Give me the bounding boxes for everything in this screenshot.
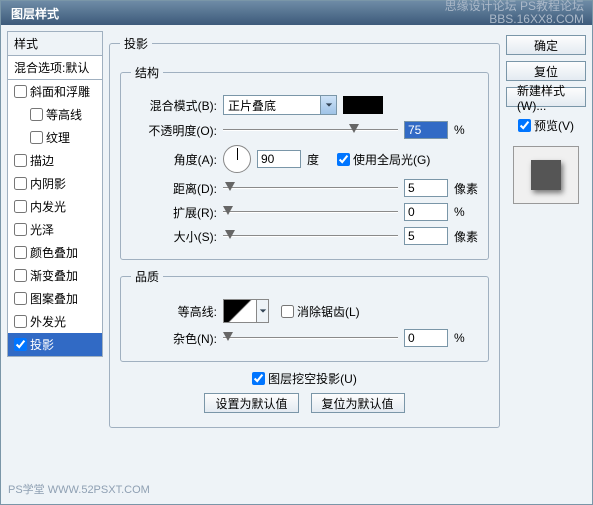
contour-swatch[interactable] [223,299,257,323]
distance-field[interactable]: 5 [404,179,448,197]
styles-item[interactable]: 颜色叠加 [8,241,102,264]
contour-chevron-down-icon[interactable] [257,299,269,323]
styles-item-checkbox[interactable] [14,154,27,167]
styles-item[interactable]: 内阴影 [8,172,102,195]
styles-item-checkbox[interactable] [14,177,27,190]
blend-mode-label: 混合模式(B): [131,97,217,114]
styles-item-label: 等高线 [46,106,82,123]
styles-item-label: 外发光 [30,313,66,330]
knockout-checkbox[interactable]: 图层挖空投影(U) [252,370,357,387]
size-field[interactable]: 5 [404,227,448,245]
styles-item-checkbox[interactable] [14,200,27,213]
styles-item-checkbox[interactable] [14,292,27,305]
preview-thumbnail [513,146,579,204]
styles-item[interactable]: 外发光 [8,310,102,333]
size-label: 大小(S): [131,228,217,245]
blend-mode-combo[interactable] [223,95,337,115]
opacity-label: 不透明度(O): [131,122,217,139]
angle-label: 角度(A): [131,151,217,168]
styles-item-checkbox[interactable] [14,269,27,282]
color-swatch[interactable] [343,96,383,114]
ok-button[interactable]: 确定 [506,35,586,55]
styles-item-label: 描边 [30,152,54,169]
styles-item[interactable]: 斜面和浮雕 [8,80,102,103]
spread-label: 扩展(R): [131,204,217,221]
styles-item[interactable]: 渐变叠加 [8,264,102,287]
styles-item-checkbox[interactable] [14,315,27,328]
styles-item-checkbox[interactable] [30,108,43,121]
blend-options-default[interactable]: 混合选项:默认 [8,56,102,80]
styles-item[interactable]: 等高线 [8,103,102,126]
quality-legend: 品质 [131,268,163,285]
structure-group: 结构 混合模式(B): 不透明度(O): 75 % [120,64,489,260]
distance-unit: 像素 [454,180,478,197]
styles-item-checkbox[interactable] [14,338,27,351]
effect-legend: 投影 [120,35,152,52]
styles-item-label: 纹理 [46,129,70,146]
angle-unit: 度 [307,151,331,168]
styles-list: 样式 混合选项:默认 斜面和浮雕等高线纹理描边内阴影内发光光泽颜色叠加渐变叠加图… [7,31,103,357]
styles-item-label: 颜色叠加 [30,244,78,261]
noise-unit: % [454,331,478,345]
quality-group: 品质 等高线: 消除锯齿(L) 杂色(N): [120,268,489,362]
opacity-slider[interactable] [223,123,398,137]
styles-item-label: 图案叠加 [30,290,78,307]
noise-slider[interactable] [223,331,398,345]
styles-item[interactable]: 描边 [8,149,102,172]
titlebar[interactable]: 图层样式 思缘设计论坛 PS教程论坛 BBS.16XX8.COM [1,1,592,25]
preview-checkbox[interactable]: 预览(V) [518,117,574,134]
styles-item[interactable]: 投影 [8,333,102,356]
styles-item[interactable]: 内发光 [8,195,102,218]
styles-item-checkbox[interactable] [30,131,43,144]
styles-item-checkbox[interactable] [14,85,27,98]
structure-legend: 结构 [131,64,163,81]
layer-style-dialog: 图层样式 思缘设计论坛 PS教程论坛 BBS.16XX8.COM 样式 混合选项… [0,0,593,505]
styles-item-label: 内阴影 [30,175,66,192]
styles-item[interactable]: 光泽 [8,218,102,241]
opacity-unit: % [454,123,478,137]
styles-item[interactable]: 纹理 [8,126,102,149]
size-slider[interactable] [223,229,398,243]
global-light-checkbox[interactable]: 使用全局光(G) [337,151,430,168]
reset-default-button[interactable]: 复位为默认值 [311,393,405,413]
make-default-button[interactable]: 设置为默认值 [204,393,298,413]
new-style-button[interactable]: 新建样式(W)... [506,87,586,107]
effect-panel: 投影 结构 混合模式(B): 不透明度(O): 75 [109,35,500,428]
window-title: 图层样式 [11,5,59,22]
styles-item-label: 光泽 [30,221,54,238]
opacity-field[interactable]: 75 [404,121,448,139]
styles-item-label: 内发光 [30,198,66,215]
watermark: 思缘设计论坛 PS教程论坛 BBS.16XX8.COM [445,0,584,26]
noise-field[interactable]: 0 [404,329,448,347]
styles-item-checkbox[interactable] [14,246,27,259]
size-unit: 像素 [454,228,478,245]
styles-item-label: 投影 [30,336,54,353]
distance-label: 距离(D): [131,180,217,197]
styles-item-label: 斜面和浮雕 [30,83,90,100]
angle-dial[interactable] [223,145,251,173]
angle-field[interactable]: 90 [257,150,301,168]
styles-item[interactable]: 图案叠加 [8,287,102,310]
spread-unit: % [454,205,478,219]
spread-slider[interactable] [223,205,398,219]
distance-slider[interactable] [223,181,398,195]
chevron-down-icon[interactable] [320,96,336,114]
blend-mode-value[interactable] [224,96,320,114]
styles-item-checkbox[interactable] [14,223,27,236]
styles-item-label: 渐变叠加 [30,267,78,284]
footer-watermark: PS学堂 WWW.52PSXT.COM [8,481,150,497]
contour-label: 等高线: [131,303,217,320]
antialias-checkbox[interactable]: 消除锯齿(L) [281,303,360,320]
styles-header[interactable]: 样式 [8,32,102,56]
spread-field[interactable]: 0 [404,203,448,221]
cancel-button[interactable]: 复位 [506,61,586,81]
noise-label: 杂色(N): [131,330,217,347]
